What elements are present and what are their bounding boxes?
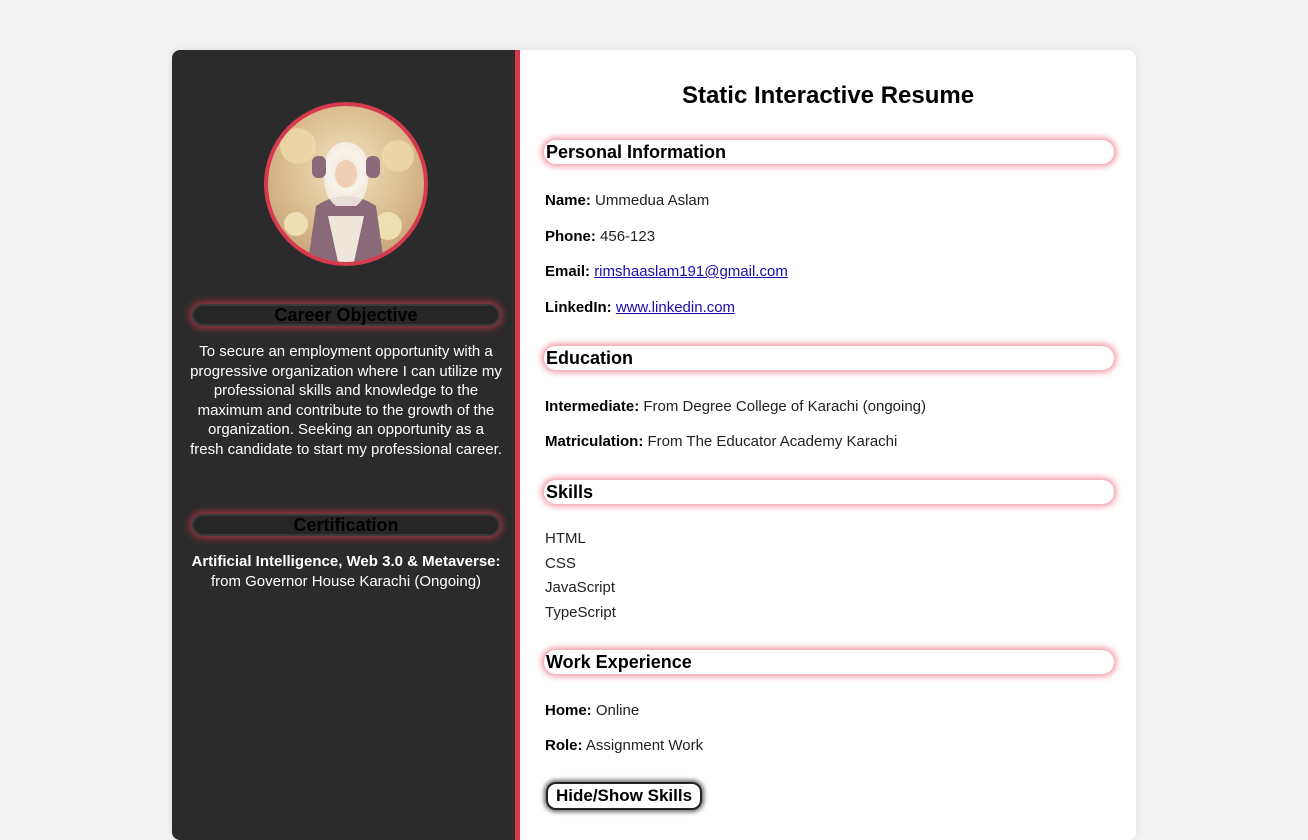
- intermediate-label: Intermediate:: [545, 398, 640, 415]
- page-title: Static Interactive Resume: [681, 82, 975, 109]
- linkedin-link[interactable]: www.linkedin.com: [616, 299, 735, 316]
- personal-info-heading: Personal Information: [544, 140, 1114, 164]
- linkedin-line: LinkedIn: www.linkedin.com: [545, 299, 735, 316]
- phone-value: 456-123: [600, 228, 656, 245]
- email-label: Email:: [545, 263, 591, 280]
- email-link[interactable]: rimshaaslam191@gmail.com: [594, 263, 788, 280]
- skill-item-typescript: TypeScript: [545, 604, 616, 621]
- matriculation-value: From The Educator Academy Karachi: [647, 433, 898, 450]
- intermediate-value: From Degree College of Karachi (ongoing): [643, 398, 927, 415]
- sidebar: Career Objective To secure an employment…: [172, 50, 520, 840]
- home-value: Online: [595, 702, 640, 719]
- intermediate-line: Intermediate: From Degree College of Kar…: [545, 398, 926, 415]
- main-content: Static Interactive Resume Personal Infor…: [520, 50, 1136, 840]
- certification-text: Artificial Intelligence, Web 3.0 & Metav…: [190, 552, 502, 591]
- linkedin-label: LinkedIn:: [545, 299, 612, 316]
- name-line: Name: Ummedua Aslam: [545, 192, 709, 209]
- career-objective-heading: Career Objective: [192, 304, 500, 326]
- email-line: Email: rimshaaslam191@gmail.com: [545, 263, 788, 280]
- role-value: Assignment Work: [585, 737, 704, 754]
- career-objective-text: To secure an employment opportunity with…: [190, 343, 502, 458]
- profile-avatar: [264, 102, 428, 266]
- home-label: Home:: [545, 702, 592, 719]
- skill-item-html: HTML: [545, 530, 586, 547]
- matriculation-line: Matriculation: From The Educator Academy…: [545, 433, 897, 450]
- name-value: Ummedua Aslam: [595, 192, 710, 209]
- phone-line: Phone: 456-123: [545, 228, 655, 245]
- role-label: Role:: [545, 737, 583, 754]
- phone-label: Phone:: [545, 228, 596, 245]
- home-line: Home: Online: [545, 702, 639, 719]
- skill-item-javascript: JavaScript: [545, 579, 616, 596]
- work-experience-heading: Work Experience: [544, 650, 1114, 674]
- role-line: Role: Assignment Work: [545, 737, 703, 754]
- hide-show-skills-button[interactable]: Hide/Show Skills: [546, 782, 703, 810]
- certification-detail: from Governor House Karachi (Ongoing): [210, 572, 482, 590]
- matriculation-label: Matriculation:: [545, 433, 644, 450]
- certification-name: Artificial Intelligence, Web 3.0 & Metav…: [191, 553, 501, 570]
- skills-heading: Skills: [544, 480, 1114, 504]
- profile-illustration: [280, 128, 414, 262]
- name-label: Name:: [545, 192, 591, 209]
- certification-heading: Certification: [192, 514, 500, 536]
- resume-card: Career Objective To secure an employment…: [172, 50, 1136, 840]
- education-heading: Education: [544, 346, 1114, 370]
- skill-item-css: CSS: [545, 555, 576, 572]
